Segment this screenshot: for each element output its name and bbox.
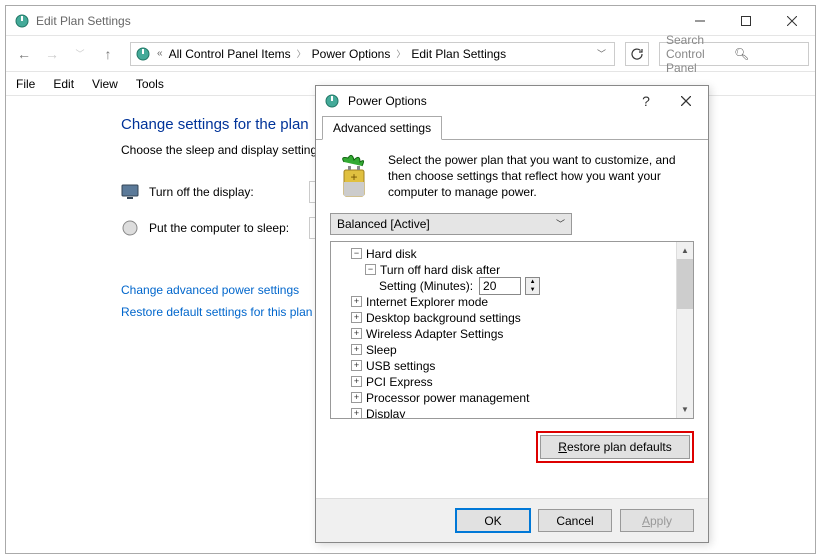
- refresh-button[interactable]: [625, 42, 649, 66]
- tree-item[interactable]: +Sleep: [333, 342, 674, 358]
- maximize-icon: [741, 16, 751, 26]
- moon-icon: [121, 219, 139, 237]
- tree-item-hard-disk[interactable]: −Hard disk: [333, 246, 674, 262]
- tree-item[interactable]: +Wireless Adapter Settings: [333, 326, 674, 342]
- power-plan-select[interactable]: Balanced [Active] ﹀: [330, 213, 572, 235]
- expand-icon[interactable]: +: [351, 296, 362, 307]
- menu-file[interactable]: File: [16, 77, 35, 91]
- forward-button[interactable]: →: [40, 42, 64, 66]
- dialog-info-text: Select the power plan that you want to c…: [388, 152, 694, 201]
- search-input[interactable]: Search Control Panel 🔍︎: [659, 42, 809, 66]
- ok-button[interactable]: OK: [456, 509, 530, 532]
- close-icon: [681, 96, 691, 106]
- tree-content[interactable]: −Hard disk −Turn off hard disk after Set…: [331, 242, 676, 418]
- scrollbar-down[interactable]: ▼: [677, 401, 693, 418]
- dialog-body: + Select the power plan that you want to…: [316, 140, 708, 473]
- scrollbar-thumb[interactable]: [677, 259, 693, 309]
- settings-tree: −Hard disk −Turn off hard disk after Set…: [330, 241, 694, 419]
- search-placeholder: Search Control Panel: [666, 33, 734, 75]
- window-title: Edit Plan Settings: [36, 14, 677, 28]
- recent-dropdown[interactable]: ﹀: [68, 42, 92, 66]
- expand-icon[interactable]: +: [351, 376, 362, 387]
- battery-plant-icon: +: [330, 152, 378, 200]
- scrollbar-up[interactable]: ▲: [677, 242, 693, 259]
- setting-minutes-input[interactable]: [479, 277, 521, 295]
- dialog-title: Power Options: [348, 94, 628, 108]
- breadcrumb-item[interactable]: Edit Plan Settings: [411, 47, 506, 61]
- dialog-info: + Select the power plan that you want to…: [330, 152, 694, 201]
- tree-item[interactable]: +USB settings: [333, 358, 674, 374]
- restore-row: Restore plan defaults: [330, 431, 694, 463]
- navigation-bar: ← → ﹀ ↑ « All Control Panel Items 〉 Powe…: [6, 36, 815, 72]
- chevron-down-icon: ﹀: [556, 217, 565, 230]
- setting-minutes-label: Setting (Minutes):: [379, 279, 473, 293]
- back-button[interactable]: ←: [12, 42, 36, 66]
- expand-icon[interactable]: +: [351, 408, 362, 418]
- cancel-button[interactable]: Cancel: [538, 509, 612, 532]
- tree-item[interactable]: +Processor power management: [333, 390, 674, 406]
- scrollbar-track[interactable]: [677, 309, 693, 401]
- address-bar[interactable]: « All Control Panel Items 〉 Power Option…: [130, 42, 615, 66]
- power-options-icon: [14, 13, 30, 29]
- expand-icon[interactable]: +: [351, 312, 362, 323]
- expand-icon[interactable]: +: [351, 328, 362, 339]
- minimize-button[interactable]: [677, 6, 723, 35]
- tab-strip: Advanced settings: [316, 116, 708, 140]
- tree-item[interactable]: +PCI Express: [333, 374, 674, 390]
- close-icon: [787, 16, 797, 26]
- refresh-icon: [630, 47, 644, 61]
- expand-icon[interactable]: +: [351, 344, 362, 355]
- setting-label: Turn off the display:: [149, 185, 309, 199]
- restore-defaults-button[interactable]: Restore plan defaults: [540, 435, 690, 459]
- collapse-icon[interactable]: −: [365, 264, 376, 275]
- power-options-icon: [324, 93, 340, 109]
- chevron-right-icon: 〉: [396, 47, 405, 60]
- chevron-right-icon: 〉: [297, 47, 306, 60]
- tree-item[interactable]: +Desktop background settings: [333, 310, 674, 326]
- collapse-icon[interactable]: −: [351, 248, 362, 259]
- setting-label: Put the computer to sleep:: [149, 221, 309, 235]
- spinner-down[interactable]: ▼: [526, 286, 539, 294]
- svg-text:+: +: [350, 170, 357, 184]
- power-options-icon: [135, 46, 151, 62]
- monitor-icon: [121, 183, 139, 201]
- breadcrumb-item[interactable]: Power Options: [312, 47, 391, 61]
- address-dropdown-icon[interactable]: ﹀: [593, 47, 610, 60]
- tree-item[interactable]: +Internet Explorer mode: [333, 294, 674, 310]
- power-options-dialog: Power Options ? Advanced settings + Sele…: [315, 85, 709, 543]
- breadcrumb-overflow-icon[interactable]: «: [157, 48, 163, 59]
- tab-advanced-settings[interactable]: Advanced settings: [322, 116, 442, 140]
- dialog-titlebar: Power Options ?: [316, 86, 708, 116]
- up-button[interactable]: ↑: [96, 42, 120, 66]
- menu-tools[interactable]: Tools: [136, 77, 164, 91]
- search-icon: 🔍︎: [734, 47, 802, 61]
- tree-item-turn-off-hdd[interactable]: −Turn off hard disk after: [333, 262, 674, 278]
- window-controls: [677, 6, 815, 35]
- menu-view[interactable]: View: [92, 77, 118, 91]
- minimize-icon: [695, 16, 705, 26]
- dialog-footer: OK Cancel Apply: [316, 498, 708, 542]
- titlebar: Edit Plan Settings: [6, 6, 815, 36]
- help-button[interactable]: ?: [628, 93, 664, 109]
- tree-item[interactable]: +Display: [333, 406, 674, 418]
- breadcrumb-item[interactable]: All Control Panel Items: [169, 47, 291, 61]
- tree-item-setting-minutes[interactable]: Setting (Minutes): ▲ ▼: [333, 278, 674, 294]
- spinner-up[interactable]: ▲: [526, 278, 539, 286]
- dialog-close-button[interactable]: [664, 86, 708, 116]
- maximize-button[interactable]: [723, 6, 769, 35]
- tree-scrollbar[interactable]: ▲ ▼: [676, 242, 693, 418]
- spinner-buttons: ▲ ▼: [525, 277, 540, 295]
- close-button[interactable]: [769, 6, 815, 35]
- annotation-highlight: Restore plan defaults: [536, 431, 694, 463]
- menu-edit[interactable]: Edit: [53, 77, 74, 91]
- plan-selected-value: Balanced [Active]: [337, 217, 430, 231]
- apply-button[interactable]: Apply: [620, 509, 694, 532]
- expand-icon[interactable]: +: [351, 360, 362, 371]
- expand-icon[interactable]: +: [351, 392, 362, 403]
